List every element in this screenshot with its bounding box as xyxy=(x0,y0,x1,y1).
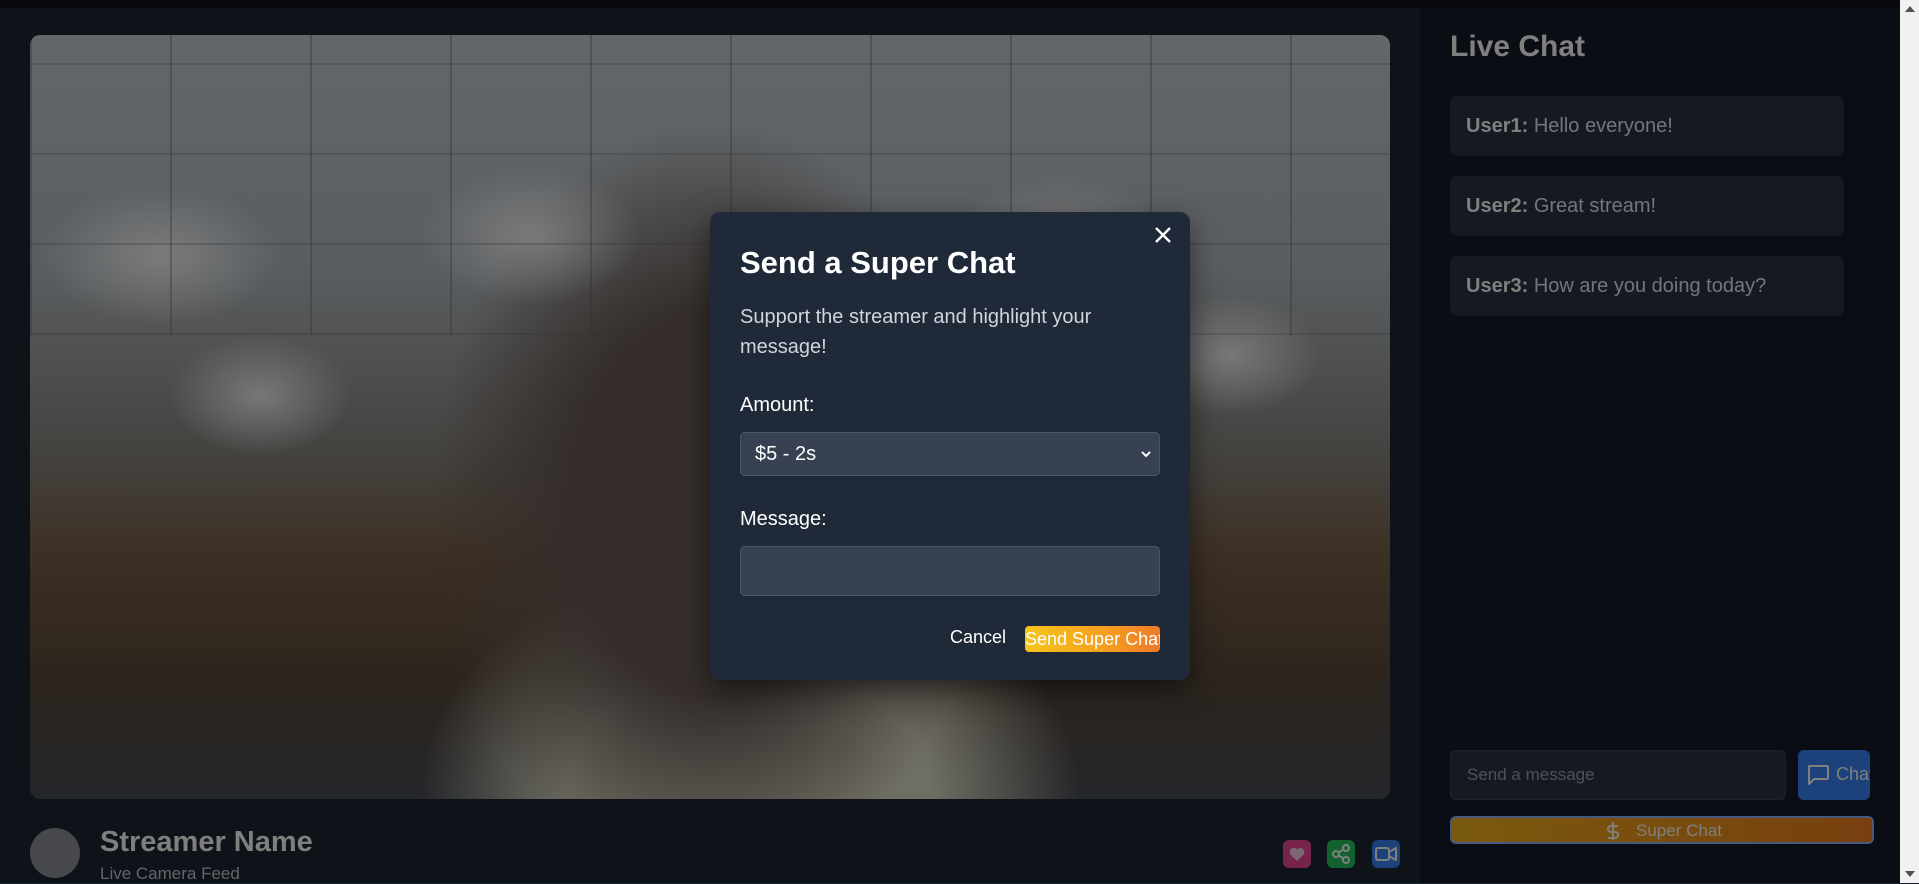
close-icon xyxy=(1155,227,1171,243)
scroll-down-icon[interactable] xyxy=(1905,871,1915,877)
cancel-button[interactable]: Cancel xyxy=(950,627,1006,648)
message-field[interactable] xyxy=(740,546,1160,596)
amount-selected-value: $5 - 2s xyxy=(755,443,817,465)
amount-label: Amount: xyxy=(740,394,815,416)
scroll-up-icon[interactable] xyxy=(1905,6,1915,12)
super-chat-modal: Send a Super Chat Support the streamer a… xyxy=(710,212,1190,680)
amount-select[interactable]: $5 - 2s xyxy=(740,432,1160,476)
scrollbar[interactable] xyxy=(1900,0,1919,883)
send-super-chat-button[interactable]: Send Super Chat xyxy=(1025,626,1160,652)
close-button[interactable] xyxy=(1152,224,1174,246)
modal-title: Send a Super Chat xyxy=(740,245,1016,280)
modal-description: Support the streamer and highlight your … xyxy=(740,306,1092,358)
message-label: Message: xyxy=(740,508,827,530)
chevron-down-icon xyxy=(1141,451,1151,458)
